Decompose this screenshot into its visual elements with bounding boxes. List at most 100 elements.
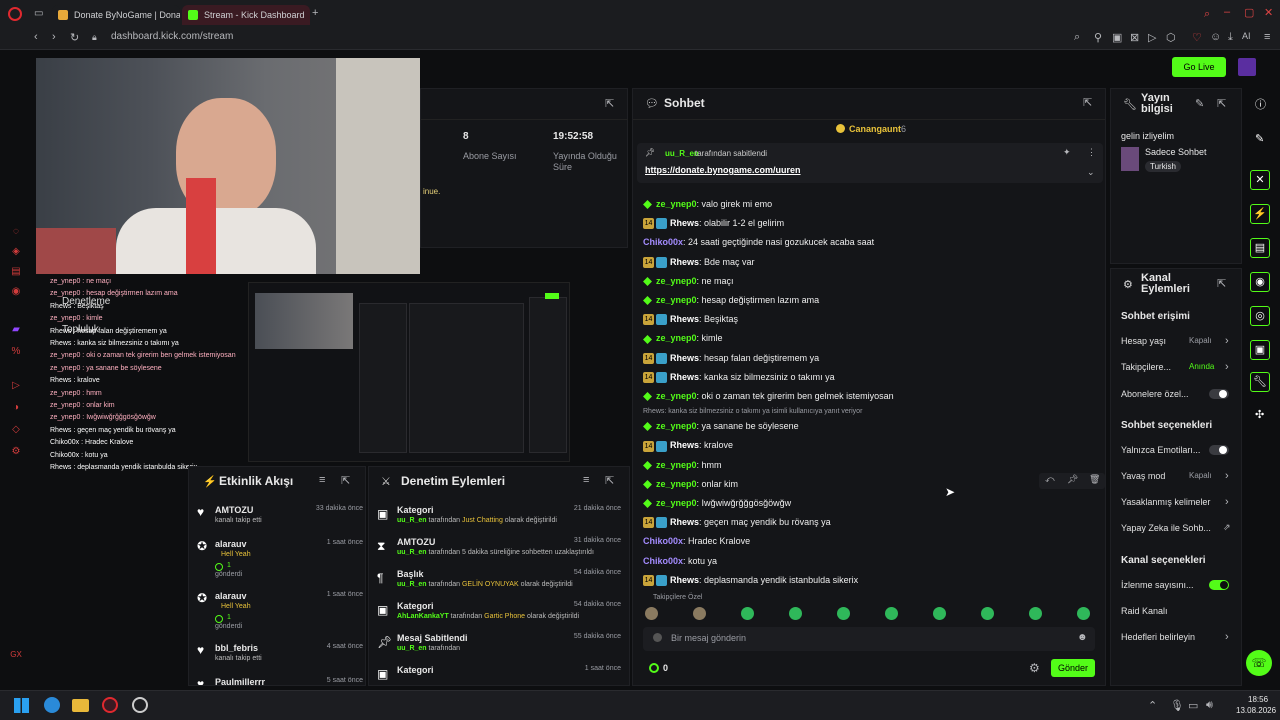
network-icon[interactable]: ▭ [1188,699,1198,712]
language-tag[interactable]: Turkish [1145,161,1181,172]
pinned-link[interactable]: https://donate.bynogame.com/uuren [645,165,801,175]
banned-words-chevron-icon[interactable]: › [1225,496,1229,508]
moderation-popout-icon[interactable]: ⇱ [605,474,614,487]
followers-chevron-icon[interactable]: › [1225,361,1229,373]
sidebar-icon-5[interactable]: % [10,346,22,358]
webcam-video[interactable] [36,58,420,274]
browser-menu-icon[interactable]: ≡ [1264,31,1270,43]
volume-icon[interactable]: 🔊︎ [1206,699,1213,712]
opera-gx-taskbar-icon[interactable] [102,697,118,713]
toolbar-chat-icon[interactable]: ◉ [1250,272,1270,292]
emote-icon[interactable] [645,607,658,620]
activity-popout-icon[interactable]: ⇱ [341,474,350,487]
emotes-only-toggle[interactable] [1209,445,1229,455]
heart-icon[interactable]: ♡ [1192,31,1202,44]
chat-message[interactable]: 14 Rhews: hesap falan değiştiremem ya [643,349,819,368]
reload-icon[interactable]: ↻ [70,31,79,44]
chat-message[interactable]: 14 Rhews: olabilir 1-2 el gelirim [643,214,784,233]
chat-message[interactable]: ze_ynep0: Iwğwiwğrğğgösğöwğw [643,494,791,513]
chat-message[interactable]: 14 Rhews: kralove [643,436,733,455]
toolbar-wrench-icon[interactable]: 🔧︎ [1250,372,1270,392]
minimize-icon[interactable]: – [1224,6,1230,18]
ai-moderation-label[interactable]: Yapay Zeka ile Sohb... [1121,523,1231,537]
chat-message[interactable]: ze_ynep0: kimle [643,329,723,348]
chat-popout-icon[interactable]: ⇱ [1083,96,1092,109]
search-tabs-icon[interactable]: ⌕ [1204,8,1210,21]
emote-icon[interactable] [885,607,898,620]
followers-only-value[interactable]: Anında [1189,362,1214,371]
banned-words-label[interactable]: Yasaklanmış kelimeler [1121,497,1231,511]
close-window-icon[interactable]: ✕ [1264,6,1273,19]
mic-icon[interactable]: 🎙︎ [1170,699,1184,712]
chat-message[interactable]: ze_ynep0: hesap değiştirmen lazım ama [643,291,819,310]
sidebar-icon-8[interactable]: ◇ [10,424,22,436]
activity-filter-icon[interactable]: ≡ [319,474,325,486]
url-field[interactable]: dashboard.kick.com/stream [111,31,233,42]
pin-message-icon[interactable]: 📌︎ [1067,474,1078,485]
chat-message[interactable]: ze_ynep0: valo girek mi emo [643,195,772,214]
forward-icon[interactable]: › [52,31,56,43]
reply-icon[interactable]: ⤺ [1045,474,1055,485]
raid-channel-label[interactable]: Raid Kanalı [1121,606,1231,620]
windows-start-icon[interactable] [14,698,29,713]
support-chat-icon[interactable]: ☏ [1246,650,1272,676]
account-age-value[interactable]: Kapalı [1189,336,1212,345]
chat-message[interactable]: 14 Rhews: kanka siz bilmezsiniz o takımı … [643,368,835,387]
sidebar-icon-1[interactable]: ◌ [10,226,22,238]
pin-icon[interactable]: ⚲ [1094,31,1102,44]
maximize-icon[interactable]: ▢ [1244,6,1254,19]
shield-icon[interactable]: ⊠ [1130,31,1139,44]
edge-icon[interactable] [44,697,60,713]
slow-mode-chevron-icon[interactable]: › [1225,470,1229,482]
toolbar-tool-5-icon[interactable]: ▣ [1250,340,1270,360]
chat-message[interactable]: Chiko00x: Hradec Kralove [643,532,750,551]
gx-icon[interactable]: GX [10,650,22,662]
chat-message[interactable]: Chiko00x: kotu ya [643,552,717,571]
account-age-label[interactable]: Hesap yaşı [1121,336,1231,350]
toolbar-apps-icon[interactable]: ✣ [1255,408,1264,421]
ai-icon[interactable]: AI [1242,31,1251,41]
info-icon[interactable]: ⓘ [1255,96,1266,112]
chat-message[interactable]: 14 Rhews: Bde maç var [643,253,755,272]
sidebar-icon-6[interactable]: ▷ [10,380,22,392]
sidebar-icon-7[interactable]: ◑ [10,402,22,414]
chat-message[interactable]: ze_ynep0: oki o zaman tek girerim ben ge… [643,387,894,406]
go-live-button[interactable]: Go Live [1172,57,1226,77]
sidebar-icon-2[interactable]: ◈ [10,246,22,258]
emote-icon[interactable] [933,607,946,620]
external-link-icon[interactable]: ⇗ [1223,522,1231,533]
account-age-chevron-icon[interactable]: › [1225,335,1229,347]
chat-message[interactable]: ze_ynep0: hmm [643,456,722,475]
unpin-icon[interactable]: ✦ [1063,147,1071,158]
clock-time[interactable]: 18:56 [1248,695,1268,704]
popout-icon[interactable]: ⇱ [605,97,614,110]
tab-kick-dashboard[interactable]: Stream - Kick Dashboard [182,5,310,25]
toolbar-tool-2-icon[interactable]: ⚡ [1250,204,1270,224]
channel-actions-popout-icon[interactable]: ⇱ [1217,277,1226,290]
tab-donate-bynogame[interactable]: Donate ByNoGame | Donat [52,5,180,25]
sidebar-icon-4[interactable]: ◉ [10,286,22,298]
emote-icon[interactable] [741,607,754,620]
stream-info-popout-icon[interactable]: ⇱ [1217,97,1226,110]
toolbar-tool-4-icon[interactable]: ◎ [1250,306,1270,326]
chat-settings-icon[interactable]: ⚙ [1029,661,1040,675]
new-tab-button[interactable]: + [312,7,318,19]
chat-message[interactable]: 14 Rhews: geçen maç yendik bu rövanş ya [643,513,831,532]
tab-menu-icon[interactable]: ▭ [34,8,43,19]
chat-message[interactable]: Chiko00x: 24 saati geçtiğinde nasi gozuk… [643,233,874,252]
slow-mode-label[interactable]: Yavaş mod [1121,471,1231,485]
slow-mode-value[interactable]: Kapalı [1189,471,1212,480]
clock-date[interactable]: 13.08.2026 [1236,706,1276,715]
back-icon[interactable]: ‹ [34,31,38,43]
opera-logo-icon[interactable] [8,7,22,21]
settings-icon[interactable]: ⚙ [10,446,22,458]
toolbar-tool-1-icon[interactable]: ✕ [1250,170,1270,190]
emote-icon[interactable] [789,607,802,620]
file-explorer-icon[interactable] [72,699,89,712]
followers-only-label[interactable]: Takipçilere... [1121,362,1231,376]
goals-label[interactable]: Hedefleri belirleyin [1121,632,1231,646]
play-icon[interactable]: ▷ [1148,31,1156,44]
pinned-menu-icon[interactable]: ⋮ [1087,147,1096,158]
extensions-icon[interactable]: ⬡ [1166,31,1176,44]
emoji-picker-icon[interactable]: ☻ [1077,632,1088,643]
